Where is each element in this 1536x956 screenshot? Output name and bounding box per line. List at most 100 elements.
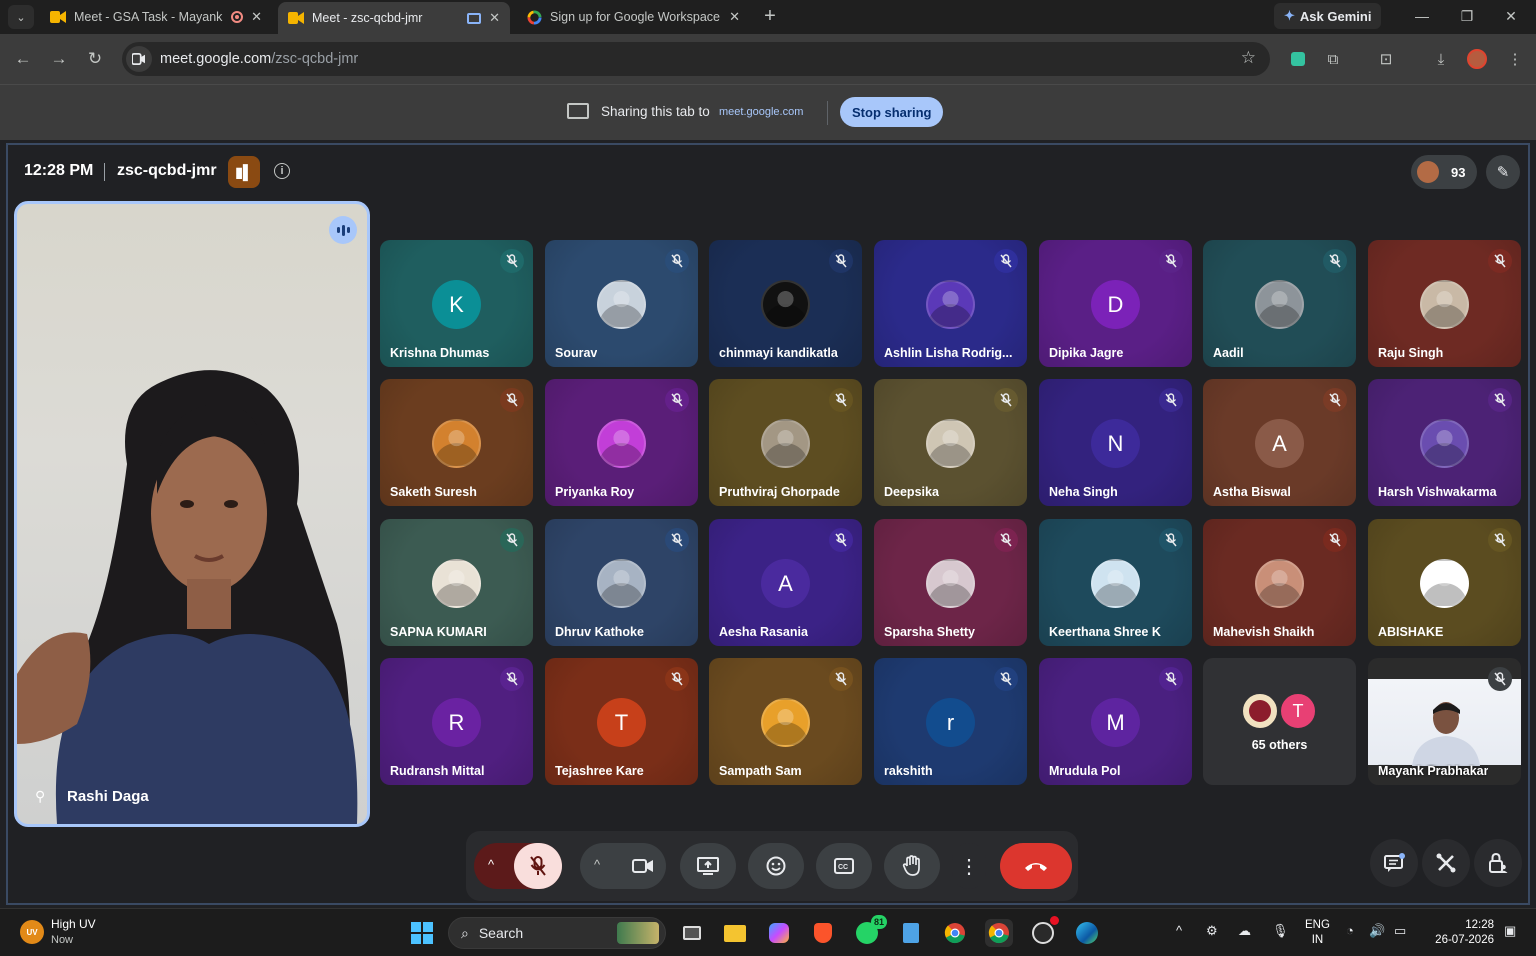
show-hidden-icons-chevron[interactable]: ^: [1176, 923, 1182, 938]
chrome-icon[interactable]: [941, 919, 969, 947]
annotate-pen-icon[interactable]: ✎: [1486, 155, 1520, 189]
close-window-button[interactable]: ✕: [1498, 4, 1524, 28]
onedrive-cloud-icon[interactable]: ☁: [1238, 923, 1251, 939]
tab-search-button[interactable]: ⌄: [8, 5, 34, 29]
video-options-chevron-icon[interactable]: ^: [594, 857, 600, 872]
microphone-tray-icon[interactable]: 🎙: [1272, 923, 1289, 939]
pinned-speaker-tile[interactable]: ⚲ Rashi Daga: [14, 201, 370, 827]
edge-icon[interactable]: [1073, 919, 1101, 947]
participant-tile[interactable]: SAPNA KUMARI: [380, 519, 533, 646]
battery-icon[interactable]: ▭: [1394, 923, 1406, 939]
participant-tile[interactable]: Priyanka Roy: [545, 379, 698, 506]
raise-hand-button[interactable]: [884, 843, 940, 889]
obs-recorder-icon[interactable]: [1029, 916, 1059, 947]
participant-tile[interactable]: chinmayi kandikatla: [709, 240, 862, 367]
participant-tile[interactable]: Pruthviraj Ghorpade: [709, 379, 862, 506]
participant-tile[interactable]: T Tejashree Kare: [545, 658, 698, 785]
address-bar[interactable]: meet.google.com/zsc-qcbd-jmr ☆: [122, 42, 1270, 76]
minimize-window-button[interactable]: —: [1409, 4, 1435, 28]
host-controls-button[interactable]: [1474, 839, 1522, 887]
leave-call-button[interactable]: [1000, 843, 1072, 889]
close-tab-icon[interactable]: ✕: [729, 9, 740, 25]
participant-tile[interactable]: Mahevish Shaikh: [1203, 519, 1356, 646]
audio-options-chevron-icon[interactable]: ^: [488, 857, 494, 872]
copilot-icon[interactable]: [765, 919, 793, 947]
extensions-puzzle-icon[interactable]: ⧉: [1321, 47, 1345, 71]
participant-tile[interactable]: M Mrudula Pol: [1039, 658, 1192, 785]
notifications-icon[interactable]: ▣: [1504, 923, 1516, 939]
extension-icon[interactable]: [1286, 47, 1310, 71]
tab-google-workspace[interactable]: Sign up for Google Workspace ✕: [516, 3, 750, 31]
system-clock[interactable]: 12:28 26-07-2026: [1428, 918, 1494, 948]
volume-icon[interactable]: 🔊: [1369, 923, 1385, 939]
weather-title[interactable]: High UV: [51, 917, 96, 931]
participant-avatar: [1420, 280, 1469, 329]
profile-avatar[interactable]: [1465, 47, 1489, 71]
host-controls-icon[interactable]: ▮▌: [228, 156, 260, 188]
maximize-window-button[interactable]: ❐: [1454, 4, 1480, 28]
participant-tile[interactable]: Dhruv Kathoke: [545, 519, 698, 646]
participant-tile[interactable]: Saketh Suresh: [380, 379, 533, 506]
chrome-profile-icon[interactable]: [985, 919, 1013, 947]
tab-meet-zsc-qcbd-jmr[interactable]: Meet - zsc-qcbd-jmr ✕: [278, 2, 510, 34]
participant-tile[interactable]: K Krishna Dhumas: [380, 240, 533, 367]
chat-button[interactable]: [1370, 839, 1418, 887]
participants-button[interactable]: 93: [1411, 155, 1477, 189]
participant-tile[interactable]: Ashlin Lisha Rodrig...: [874, 240, 1027, 367]
participant-tile[interactable]: Keerthana Shree K: [1039, 519, 1192, 646]
participant-avatar: [761, 698, 810, 747]
close-tab-icon[interactable]: ✕: [489, 10, 500, 26]
meeting-info-icon[interactable]: i: [274, 163, 290, 179]
tab-meet-gsa-task[interactable]: Meet - GSA Task - Mayank P ✕: [40, 3, 272, 31]
participant-tile[interactable]: Sourav: [545, 240, 698, 367]
participant-tile[interactable]: Raju Singh: [1368, 240, 1521, 367]
participant-tile[interactable]: ABISHAKE: [1368, 519, 1521, 646]
site-info-icon[interactable]: [126, 46, 152, 72]
participant-tile[interactable]: Sampath Sam: [709, 658, 862, 785]
whatsapp-icon[interactable]: 81: [853, 915, 887, 947]
brave-browser-icon[interactable]: [809, 919, 837, 947]
participant-tile[interactable]: r rakshith: [874, 658, 1027, 785]
weather-uv-icon[interactable]: UV: [20, 920, 44, 944]
windows-start-icon[interactable]: [408, 919, 436, 947]
participant-tile[interactable]: Harsh Vishwakarma: [1368, 379, 1521, 506]
participant-tile[interactable]: A Aesha Rasania: [709, 519, 862, 646]
forward-button[interactable]: →: [47, 47, 71, 71]
wifi-icon[interactable]: ◔: [1346, 923, 1354, 938]
participant-tile[interactable]: Deepsika: [874, 379, 1027, 506]
new-tab-button[interactable]: +: [758, 4, 782, 28]
language-indicator[interactable]: ENG IN: [1305, 918, 1330, 948]
screen-capture-icon[interactable]: ⊡: [1374, 47, 1398, 71]
captions-button[interactable]: CC: [816, 843, 872, 889]
browser-menu-icon[interactable]: ⋮: [1503, 47, 1527, 71]
tray-app-icon[interactable]: ⚙: [1206, 923, 1218, 939]
notepad-icon[interactable]: [897, 919, 925, 947]
sharing-text: Sharing this tab to: [601, 104, 710, 119]
close-tab-icon[interactable]: ✕: [251, 9, 262, 25]
pin-icon[interactable]: ⚲: [35, 788, 45, 805]
back-button[interactable]: ←: [11, 47, 35, 71]
more-options-button[interactable]: ⋮: [952, 843, 986, 889]
participant-tile[interactable]: R Rudransh Mittal: [380, 658, 533, 785]
taskbar-search-input[interactable]: ⌕ Search: [448, 917, 666, 949]
camera-toggle-button[interactable]: [620, 843, 666, 889]
task-view-icon[interactable]: [678, 919, 706, 947]
participant-tile[interactable]: D Dipika Jagre: [1039, 240, 1192, 367]
participant-tile[interactable]: Sparsha Shetty: [874, 519, 1027, 646]
participant-tile[interactable]: N Neha Singh: [1039, 379, 1192, 506]
ask-gemini-button[interactable]: ✦ Ask Gemini: [1274, 3, 1382, 29]
reload-button[interactable]: ↻: [83, 47, 107, 71]
reactions-button[interactable]: [748, 843, 804, 889]
participant-tile[interactable]: Aadil: [1203, 240, 1356, 367]
participant-tile[interactable]: A Astha Biswal: [1203, 379, 1356, 506]
activities-button[interactable]: [1422, 839, 1470, 887]
participant-tile-mayank[interactable]: Mayank Prabhakar: [1368, 658, 1521, 785]
present-screen-button[interactable]: [680, 843, 736, 889]
others-tile[interactable]: T 65 others: [1203, 658, 1356, 785]
microphone-toggle-button[interactable]: [514, 843, 562, 889]
file-explorer-icon[interactable]: [721, 919, 749, 947]
download-icon[interactable]: ⤓: [1429, 47, 1453, 71]
sharing-target-link[interactable]: meet.google.com: [719, 106, 803, 118]
stop-sharing-button[interactable]: Stop sharing: [840, 97, 944, 127]
bookmark-star-icon[interactable]: ☆: [1241, 48, 1256, 68]
